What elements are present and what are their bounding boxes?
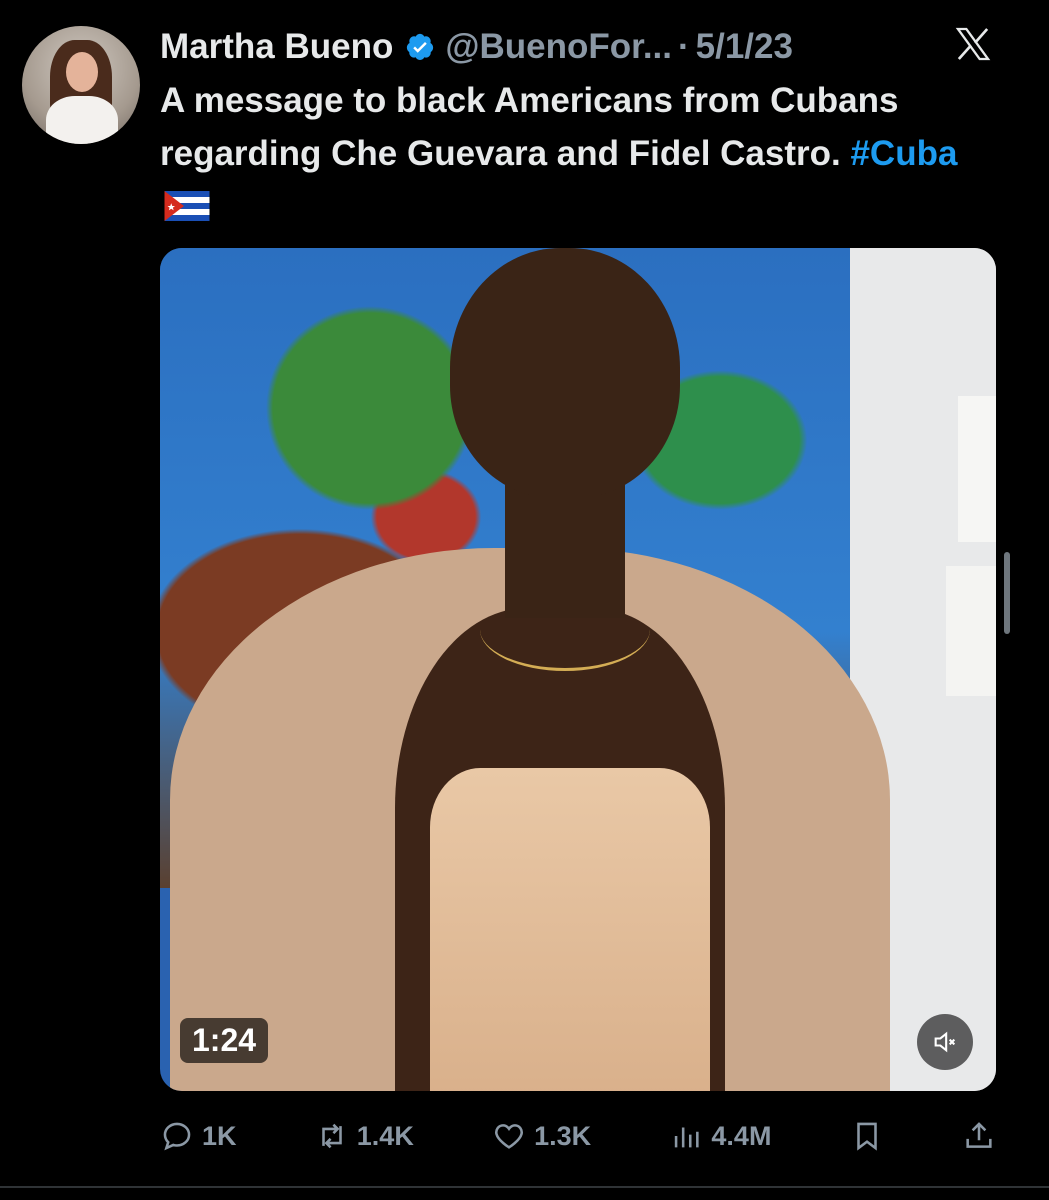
reply-button[interactable]: 1K [160,1119,237,1153]
video-person-necklace [480,588,650,671]
bookmark-button[interactable] [850,1119,884,1153]
reply-count: 1K [202,1120,237,1151]
tweet-date[interactable]: 5/1/23 [696,27,793,67]
mute-icon [934,1031,956,1053]
verified-badge-icon [407,33,434,60]
share-icon [966,1122,992,1148]
views-icon [675,1127,700,1148]
repost-count: 1.4K [356,1120,414,1151]
author-avatar[interactable] [22,26,140,144]
views-button[interactable]: 4.4M [669,1119,771,1153]
like-count: 1.3K [534,1120,592,1151]
avatar-face [66,52,98,92]
wall-paper-notice [958,396,996,542]
tweet-actions: 1K 1.4K 1.3K 4.4M [160,1108,996,1164]
divider-line [0,1186,1049,1188]
mute-button[interactable] [917,1014,973,1070]
author-name[interactable]: Martha Bueno [160,27,393,67]
x-logo-icon[interactable] [953,24,993,64]
repost-button[interactable]: 1.4K [315,1119,414,1153]
like-button[interactable]: 1.3K [492,1119,591,1153]
tweet-body: A message to black Americans from Cubans… [160,81,899,173]
separator-dot: · [678,27,690,66]
tweet-header: Martha Bueno @BuenoFor... · 5/1/23 [160,24,1009,70]
avatar-shirt [46,96,118,144]
scroll-indicator[interactable] [1004,552,1010,634]
hashtag-link[interactable]: #Cuba [850,134,957,173]
reply-icon [163,1122,191,1151]
video-player[interactable]: 1:24 [160,248,996,1091]
tweet-text: A message to black Americans from Cubans… [160,74,990,233]
like-icon [495,1124,524,1149]
share-button[interactable] [962,1119,996,1153]
author-handle[interactable]: @BuenoFor... [445,27,672,67]
bookmark-icon [856,1122,877,1151]
video-duration: 1:24 [180,1018,269,1063]
cuba-flag-icon [164,191,210,221]
views-count: 4.4M [711,1120,772,1151]
repost-icon [322,1123,342,1149]
video-person-head [450,248,680,498]
wall-paper-notice [946,566,996,696]
video-person-top [430,768,710,1091]
